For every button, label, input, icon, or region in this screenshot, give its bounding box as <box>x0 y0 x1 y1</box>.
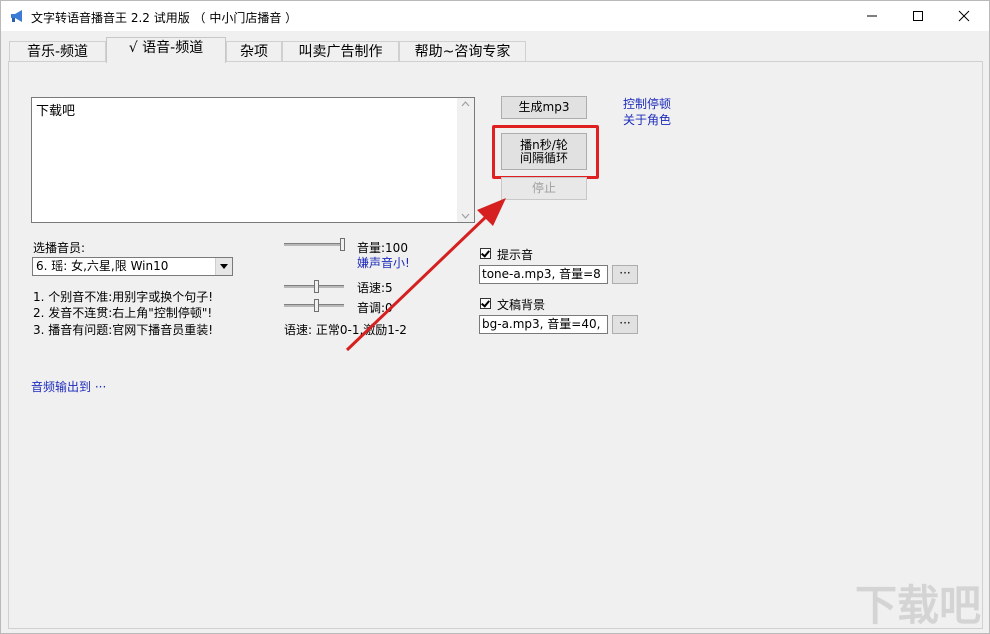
pitch-thumb[interactable] <box>314 299 319 312</box>
speed-slider[interactable] <box>284 280 346 293</box>
close-button[interactable] <box>941 1 987 31</box>
voice-label: 选播音员: <box>33 241 86 255</box>
voice-select[interactable]: 6. 瑶: 女,六星,限 Win10 <box>32 257 233 276</box>
app-window: 文字转语音播音王 2.2 试用版 （ 中小门店播音 ） 音乐-频道 √ 语音-频… <box>0 0 990 634</box>
tab-help[interactable]: 帮助~咨询专家 <box>399 41 526 62</box>
window-title: 文字转语音播音王 2.2 试用版 （ 中小门店播音 ） <box>31 11 298 25</box>
audio-output-link[interactable]: 音频输出到 ··· <box>31 378 106 395</box>
speed-thumb[interactable] <box>314 280 319 293</box>
title-bar[interactable]: 文字转语音播音王 2.2 试用版 （ 中小门店播音 ） <box>1 1 989 31</box>
background-browse-button[interactable]: ··· <box>612 315 638 334</box>
tip-1: 1. 个别音不准:用别字或换个句子! <box>33 290 214 304</box>
maximize-button[interactable] <box>895 1 941 31</box>
tab-ad-maker[interactable]: 叫卖广告制作 <box>282 41 399 62</box>
watermark-text: 下载吧 <box>855 581 981 630</box>
generate-mp3-button[interactable]: 生成mp3 <box>501 96 587 119</box>
annotation-arrow <box>345 198 506 352</box>
pitch-slider[interactable] <box>284 299 346 312</box>
stop-button[interactable]: 停止 <box>501 177 587 200</box>
highlight-box <box>492 125 599 179</box>
minimize-button[interactable] <box>849 1 895 31</box>
prompt-sound-browse-button[interactable]: ··· <box>612 265 638 284</box>
maximize-icon <box>913 11 923 21</box>
voice-select-value: 6. 瑶: 女,六星,限 Win10 <box>36 259 169 273</box>
chevron-down-icon <box>220 264 228 269</box>
tab-voice-channel[interactable]: √ 语音-频道 <box>106 37 226 63</box>
scroll-up-icon <box>461 101 470 107</box>
control-pause-link[interactable]: 控制停顿 <box>623 95 671 112</box>
megaphone-icon <box>11 10 22 22</box>
about-roles-link[interactable]: 关于角色 <box>623 111 671 128</box>
watermark-logo: 下载吧 <box>855 581 981 630</box>
tip-3: 3. 播音有问题:官网下播音员重装! <box>33 323 214 337</box>
editor-text: 下载吧 <box>36 104 76 119</box>
tab-music-channel[interactable]: 音乐-频道 <box>9 41 106 62</box>
volume-slider[interactable] <box>284 238 346 251</box>
close-icon <box>958 10 970 22</box>
volume-track <box>284 243 344 246</box>
dropdown-arrow[interactable] <box>215 258 232 275</box>
tip-2: 2. 发音不连贯:右上角"控制停顿"! <box>33 306 213 320</box>
tab-misc[interactable]: 杂项 <box>226 41 282 62</box>
minimize-icon <box>867 15 877 17</box>
tab-strip: 音乐-频道 √ 语音-频道 杂项 叫卖广告制作 帮助~咨询专家 <box>1 31 989 63</box>
